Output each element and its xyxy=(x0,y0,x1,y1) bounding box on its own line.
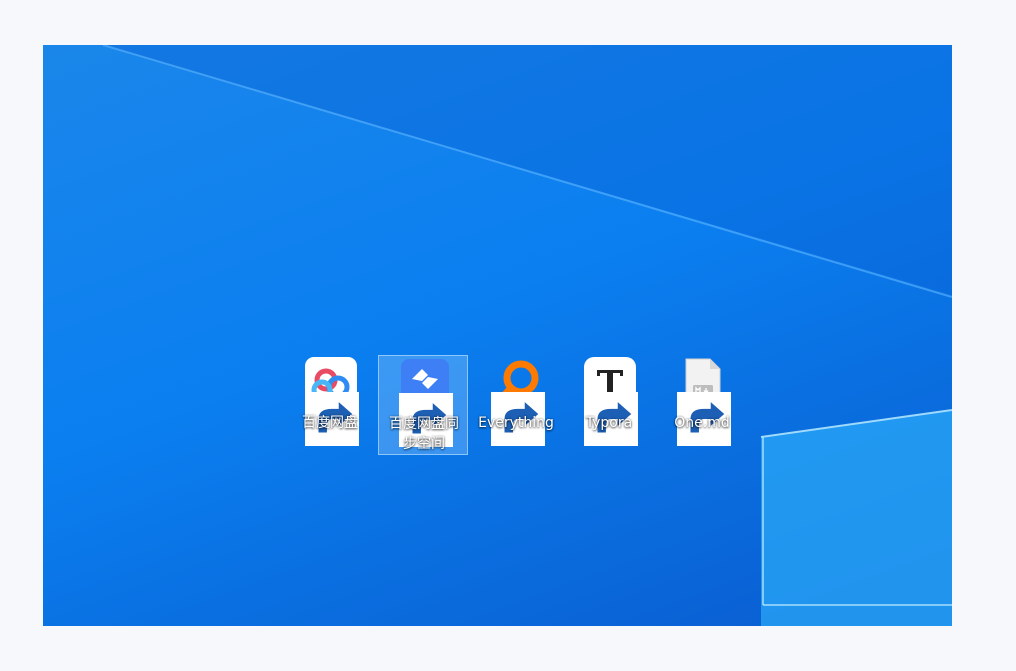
desktop-icon-baidu-netdisk[interactable]: 百度网盘 xyxy=(285,355,375,455)
desktop-icon-label: Everything xyxy=(478,415,554,431)
desktop-icon-label: 百度网盘同步空间 xyxy=(389,416,459,452)
desktop-icon-everything[interactable]: Everything xyxy=(471,355,561,455)
desktop[interactable]: 百度网盘 百度网盘同步空间 Everything Typora One.md xyxy=(43,45,952,626)
markdown-file-icon xyxy=(676,356,731,446)
baidu-netdisk-icon xyxy=(304,356,359,446)
desktop-icon-one-md[interactable]: One.md xyxy=(657,355,747,455)
everything-search-icon xyxy=(490,356,545,446)
typora-icon xyxy=(583,356,638,446)
baidu-sync-space-icon xyxy=(398,357,453,447)
desktop-icon-typora[interactable]: Typora xyxy=(564,355,654,455)
desktop-icon-label: One.md xyxy=(674,415,730,431)
wallpaper xyxy=(102,45,952,626)
desktop-icon-label: Typora xyxy=(585,415,633,431)
desktop-icon-baidu-sync-space[interactable]: 百度网盘同步空间 xyxy=(378,355,468,455)
desktop-icon-label: 百度网盘 xyxy=(302,415,358,431)
